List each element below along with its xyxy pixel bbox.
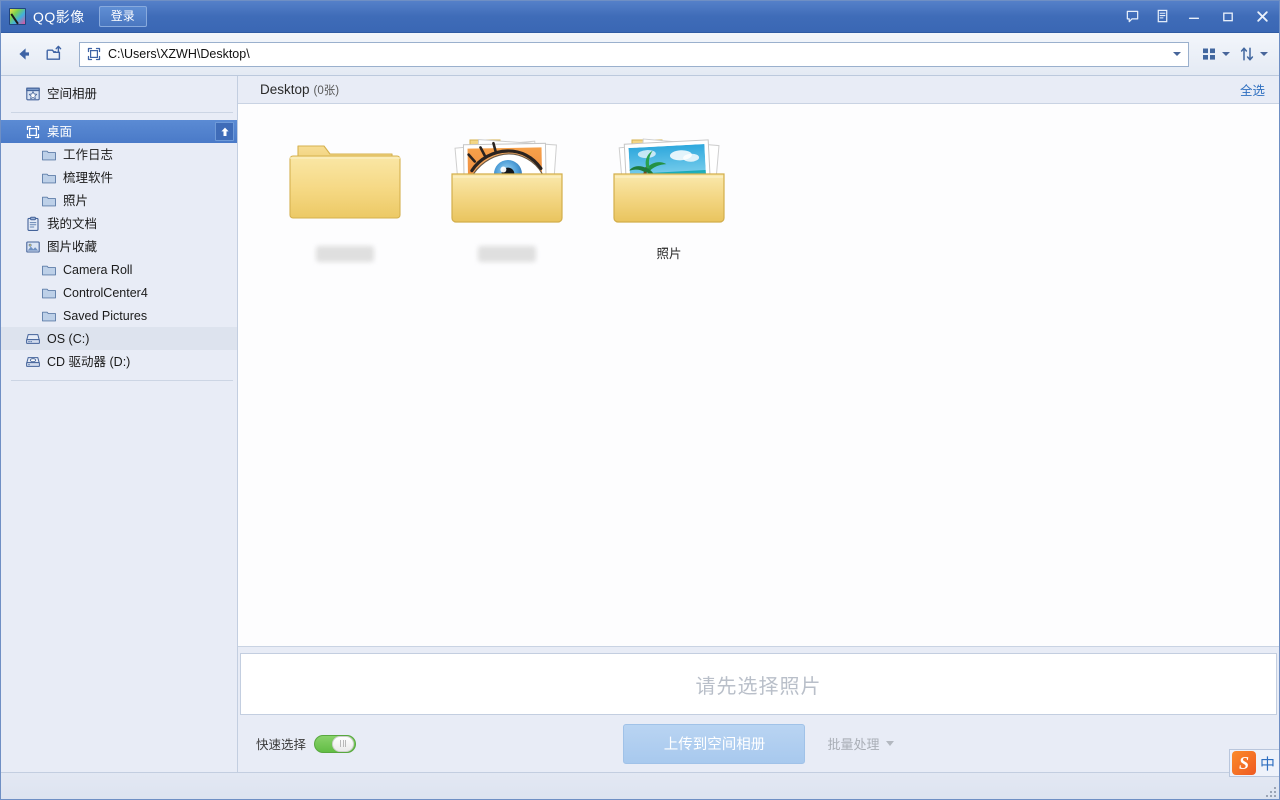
sidebar-item-label: 我的文档 bbox=[47, 216, 98, 231]
app-logo-icon bbox=[9, 8, 26, 25]
address-dropdown-icon[interactable] bbox=[1164, 43, 1186, 66]
sogou-logo-icon: S bbox=[1231, 751, 1256, 775]
folder-tile[interactable] bbox=[264, 126, 426, 281]
drive-icon bbox=[26, 333, 40, 344]
action-bar: 快速选择 上传到空间相册 批量处理 bbox=[240, 715, 1277, 772]
address-bar[interactable]: C:\Users\XZWH\Desktop\ bbox=[79, 41, 1189, 67]
sidebar-item-work-log[interactable]: 工作日志 bbox=[1, 143, 237, 166]
sidebar-item-label: Saved Pictures bbox=[63, 308, 148, 323]
folder-label bbox=[478, 246, 536, 262]
address-text[interactable]: C:\Users\XZWH\Desktop\ bbox=[108, 47, 1164, 61]
sidebar-item-label: 图片收藏 bbox=[47, 239, 98, 254]
toggle-knob bbox=[332, 735, 355, 752]
content-header: Desktop (0张) 全选 bbox=[238, 76, 1279, 104]
desktop-icon bbox=[26, 125, 40, 138]
sidebar-item-label: OS (C:) bbox=[47, 331, 90, 346]
toolbar-right-group bbox=[1197, 40, 1271, 68]
sidebar-item-pictures[interactable]: 图片收藏 bbox=[1, 235, 237, 258]
sidebar-item-label: Camera Roll bbox=[63, 262, 133, 277]
selection-basket[interactable]: 请先选择照片 bbox=[240, 653, 1277, 715]
sidebar-item-cd-drive-d[interactable]: CD 驱动器 (D:) bbox=[1, 350, 237, 373]
primary-actions: 上传到空间相册 批量处理 bbox=[240, 723, 1277, 764]
empty-folder-icon bbox=[279, 126, 411, 242]
sidebar-item-controlcenter4[interactable]: ControlCenter4 bbox=[1, 281, 237, 304]
sidebar-item-saved-pictures[interactable]: Saved Pictures bbox=[1, 304, 237, 327]
folder-icon bbox=[42, 288, 56, 298]
main-pane: Desktop (0张) 全选 照片 请先选择照片 快速选择 上传到空间相册 批… bbox=[238, 76, 1279, 772]
feedback-icon[interactable] bbox=[1117, 1, 1147, 32]
select-all-link[interactable]: 全选 bbox=[1240, 80, 1265, 99]
sidebar-item-label: 工作日志 bbox=[63, 147, 114, 162]
folder-label bbox=[316, 246, 374, 262]
sidebar-divider-bottom bbox=[11, 380, 233, 381]
navigation-toolbar: C:\Users\XZWH\Desktop\ bbox=[1, 33, 1279, 76]
sidebar-item-cloud-album[interactable]: 空间相册 bbox=[1, 82, 237, 105]
sidebar-item-label: ControlCenter4 bbox=[63, 285, 148, 300]
folder-tile[interactable] bbox=[426, 126, 588, 281]
batch-process-label: 批量处理 bbox=[827, 737, 880, 752]
grid-view-icon bbox=[1203, 48, 1215, 60]
back-button[interactable] bbox=[9, 40, 39, 68]
close-icon[interactable] bbox=[1245, 1, 1279, 32]
minimize-icon[interactable] bbox=[1177, 1, 1211, 32]
chevron-right-icon[interactable] bbox=[11, 82, 25, 105]
chevron-down-icon bbox=[885, 741, 894, 746]
app-title: QQ影像 bbox=[33, 8, 85, 25]
title-bar: QQ影像 登录 bbox=[1, 1, 1279, 33]
login-button[interactable]: 登录 bbox=[98, 6, 147, 27]
beach-photo-folder-icon bbox=[603, 126, 735, 242]
folder-label: 照片 bbox=[656, 247, 682, 261]
up-arrow-icon[interactable] bbox=[215, 122, 234, 141]
documents-icon bbox=[27, 216, 39, 231]
eye-photo-folder-icon bbox=[441, 126, 573, 242]
sidebar-item-software[interactable]: 梳理软件 bbox=[1, 166, 237, 189]
menu-icon[interactable] bbox=[1147, 1, 1177, 32]
sidebar-item-photos[interactable]: 照片 bbox=[1, 189, 237, 212]
sidebar: 空间相册 桌面 工作日志 梳理软件 照片 我的文档 图片收藏 Camera Ro… bbox=[1, 76, 238, 772]
sort-icon bbox=[1240, 47, 1254, 61]
pictures-icon bbox=[26, 240, 40, 253]
resize-grip[interactable] bbox=[1264, 785, 1276, 797]
ime-indicator[interactable]: S 中 bbox=[1228, 749, 1279, 777]
folder-icon bbox=[42, 173, 56, 183]
folder-icon bbox=[42, 311, 56, 321]
page-title: Desktop bbox=[260, 82, 310, 97]
folder-icon bbox=[42, 265, 56, 275]
qq-image-window: QQ影像 登录 C:\Users\XZWH\Desktop\ 空间相册 桌面 工… bbox=[0, 0, 1280, 800]
sidebar-item-desktop[interactable]: 桌面 bbox=[1, 120, 237, 143]
folder-icon bbox=[42, 196, 56, 206]
quick-select-label: 快速选择 bbox=[256, 738, 307, 752]
sidebar-divider bbox=[11, 112, 233, 113]
maximize-icon[interactable] bbox=[1211, 1, 1245, 32]
sidebar-item-label: 照片 bbox=[63, 193, 89, 208]
quick-select-toggle[interactable] bbox=[314, 734, 357, 753]
up-level-button[interactable] bbox=[39, 40, 69, 68]
desktop-path-icon bbox=[87, 47, 101, 61]
window-body: 空间相册 桌面 工作日志 梳理软件 照片 我的文档 图片收藏 Camera Ro… bbox=[1, 76, 1279, 772]
folder-icon bbox=[42, 150, 56, 160]
sidebar-item-label: CD 驱动器 (D:) bbox=[47, 354, 131, 369]
window-controls bbox=[1117, 1, 1279, 32]
sidebar-item-label: 桌面 bbox=[47, 124, 73, 139]
upload-to-album-button[interactable]: 上传到空间相册 bbox=[623, 723, 806, 764]
basket-hint-text: 请先选择照片 bbox=[695, 675, 822, 698]
cd-drive-icon bbox=[26, 356, 40, 367]
status-bar bbox=[1, 772, 1279, 799]
ime-mode-label[interactable]: 中 bbox=[1260, 753, 1275, 774]
view-mode-button[interactable] bbox=[1197, 40, 1233, 68]
photo-count: (0张) bbox=[313, 84, 340, 97]
folder-tile[interactable]: 照片 bbox=[588, 126, 750, 281]
sidebar-item-label: 空间相册 bbox=[47, 86, 98, 101]
album-star-icon bbox=[26, 87, 40, 100]
sidebar-item-my-documents[interactable]: 我的文档 bbox=[1, 212, 237, 235]
sort-button[interactable] bbox=[1235, 40, 1271, 68]
sidebar-item-camera-roll[interactable]: Camera Roll bbox=[1, 258, 237, 281]
folder-grid: 照片 bbox=[264, 126, 1279, 281]
bottom-panel: 请先选择照片 快速选择 上传到空间相册 批量处理 bbox=[238, 647, 1279, 772]
batch-process-button[interactable]: 批量处理 bbox=[827, 734, 894, 753]
sidebar-item-label: 梳理软件 bbox=[63, 170, 114, 185]
folder-grid-area: 照片 bbox=[238, 104, 1279, 647]
sidebar-item-drive-c[interactable]: OS (C:) bbox=[1, 327, 237, 350]
